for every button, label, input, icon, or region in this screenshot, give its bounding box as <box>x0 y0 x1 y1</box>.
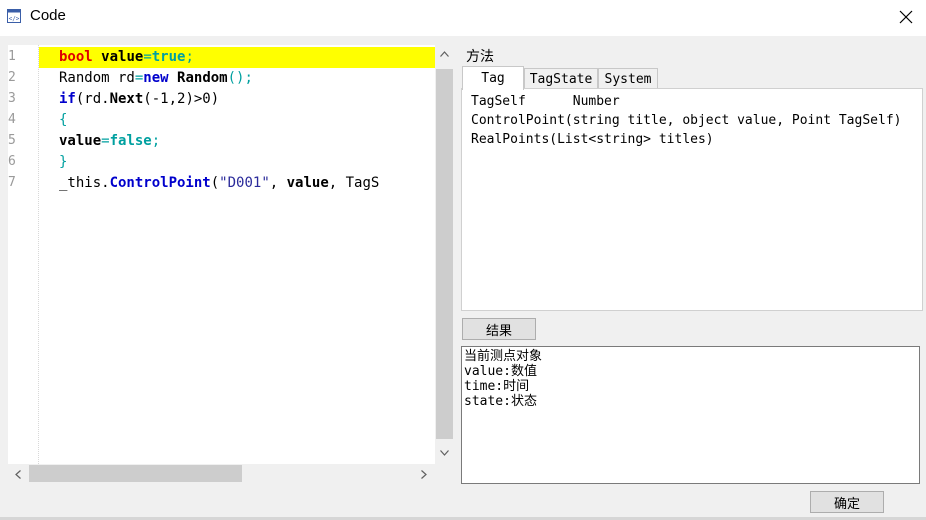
horizontal-scrollbar[interactable] <box>8 464 436 484</box>
method-list-panel: TagSelf Number ControlPoint(string title… <box>461 88 923 311</box>
code-line-text: _this.ControlPoint("D001", value, TagS <box>59 173 379 194</box>
line-number: 1 <box>8 49 16 64</box>
code-token: if <box>59 91 76 107</box>
method-item-tagself[interactable]: TagSelf Number <box>471 94 620 109</box>
code-window-icon: </> <box>7 9 21 23</box>
result-output-box[interactable]: 当前测点对象 value:数值 time:时间 state:状态 <box>461 346 920 484</box>
scroll-up-arrow-icon[interactable] <box>435 45 454 63</box>
result-button[interactable]: 结果 <box>462 318 536 340</box>
scroll-left-arrow-icon[interactable] <box>8 464 28 484</box>
title-bar: </> Code <box>0 0 926 36</box>
method-item-controlpoint[interactable]: ControlPoint(string title, object value,… <box>471 113 901 128</box>
code-line[interactable]: } <box>39 152 435 173</box>
code-token: Next <box>109 91 144 107</box>
vertical-scrollbar[interactable] <box>435 45 454 464</box>
line-number: 4 <box>8 112 16 127</box>
code-line-text: { <box>59 110 67 131</box>
close-icon <box>899 10 913 24</box>
scroll-down-arrow-icon[interactable] <box>435 444 454 462</box>
code-line[interactable]: value=false; <box>39 131 435 152</box>
code-token: _this. <box>59 175 110 191</box>
code-token: (-1,2)>0) <box>143 91 220 107</box>
vertical-scroll-thumb[interactable] <box>436 69 453 439</box>
code-token: ; <box>185 49 194 65</box>
method-item-realpoints[interactable]: RealPoints(List<string> titles) <box>471 132 714 147</box>
line-number: 5 <box>8 133 16 148</box>
code-token: , TagS <box>328 175 380 191</box>
result-line: state:状态 <box>464 394 537 409</box>
window-title: Code <box>30 7 66 24</box>
code-line-text: bool value=true; <box>59 47 194 68</box>
code-token: = <box>143 49 152 65</box>
tab-tag[interactable]: Tag <box>462 66 524 90</box>
code-token: new <box>143 70 169 86</box>
code-line-text: } <box>59 152 67 173</box>
result-line: time:时间 <box>464 379 530 394</box>
line-number: 3 <box>8 91 16 106</box>
horizontal-scroll-thumb[interactable] <box>29 465 242 482</box>
svg-text:</>: </> <box>9 16 20 23</box>
code-token: ( <box>210 175 220 191</box>
code-token: , <box>269 175 287 191</box>
code-token: ; <box>151 133 161 149</box>
code-line[interactable]: Random rd=new Random(); <box>39 68 435 89</box>
ok-button[interactable]: 确定 <box>810 491 884 513</box>
close-button[interactable] <box>886 0 926 34</box>
line-number-gutter: 1 2 3 4 5 6 7 <box>8 45 39 464</box>
code-line-text: if(rd.Next(-1,2)>0) <box>59 89 219 110</box>
code-text-area[interactable]: bool value=true; Random rd=new Random(); i… <box>39 45 435 464</box>
line-number: 6 <box>8 154 16 169</box>
result-line: 当前测点对象 <box>464 349 543 364</box>
code-line[interactable]: _this.ControlPoint("D001", value, TagS <box>39 173 435 194</box>
code-line[interactable]: if(rd.Next(-1,2)>0) <box>39 89 435 110</box>
code-token: Random rd <box>59 70 135 86</box>
scroll-right-arrow-icon[interactable] <box>414 464 434 484</box>
code-token: { <box>59 112 68 128</box>
methods-label: 方法 <box>466 49 494 65</box>
code-token: ControlPoint <box>109 175 211 191</box>
result-line: value:数值 <box>464 364 537 379</box>
line-number: 7 <box>8 175 16 190</box>
code-line-text: Random rd=new Random(); <box>59 68 253 89</box>
code-token: (); <box>227 70 253 86</box>
code-token: Random <box>177 70 228 86</box>
code-token: "D001" <box>219 175 270 191</box>
tab-tagstate[interactable]: TagState <box>524 68 598 89</box>
line-number: 2 <box>8 70 16 85</box>
code-token: = <box>101 133 110 149</box>
code-token: false <box>109 133 152 149</box>
code-token: bool <box>59 49 93 65</box>
code-token: value <box>101 49 144 65</box>
code-token: value <box>286 175 329 191</box>
code-line[interactable]: { <box>39 110 435 131</box>
code-line-highlighted[interactable]: bool value=true; <box>39 47 435 68</box>
code-line-text: value=false; <box>59 131 160 152</box>
code-editor[interactable]: 1234567 bool value=true; Random rd=new Ra… <box>8 45 454 464</box>
code-token: (rd. <box>75 91 110 107</box>
code-token: } <box>59 154 68 170</box>
code-token: value <box>59 133 102 149</box>
tab-system[interactable]: System <box>598 68 658 89</box>
code-token: true <box>151 49 186 65</box>
